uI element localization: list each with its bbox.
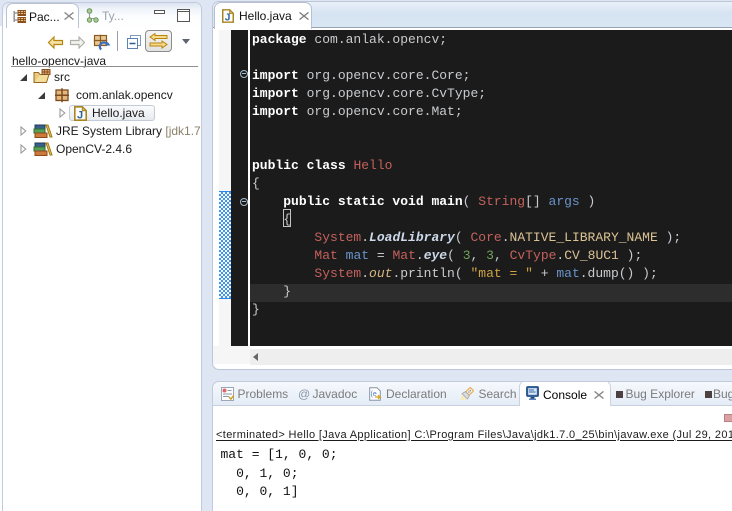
svg-text:J: J bbox=[225, 13, 231, 23]
svg-text:J: J bbox=[77, 109, 83, 120]
